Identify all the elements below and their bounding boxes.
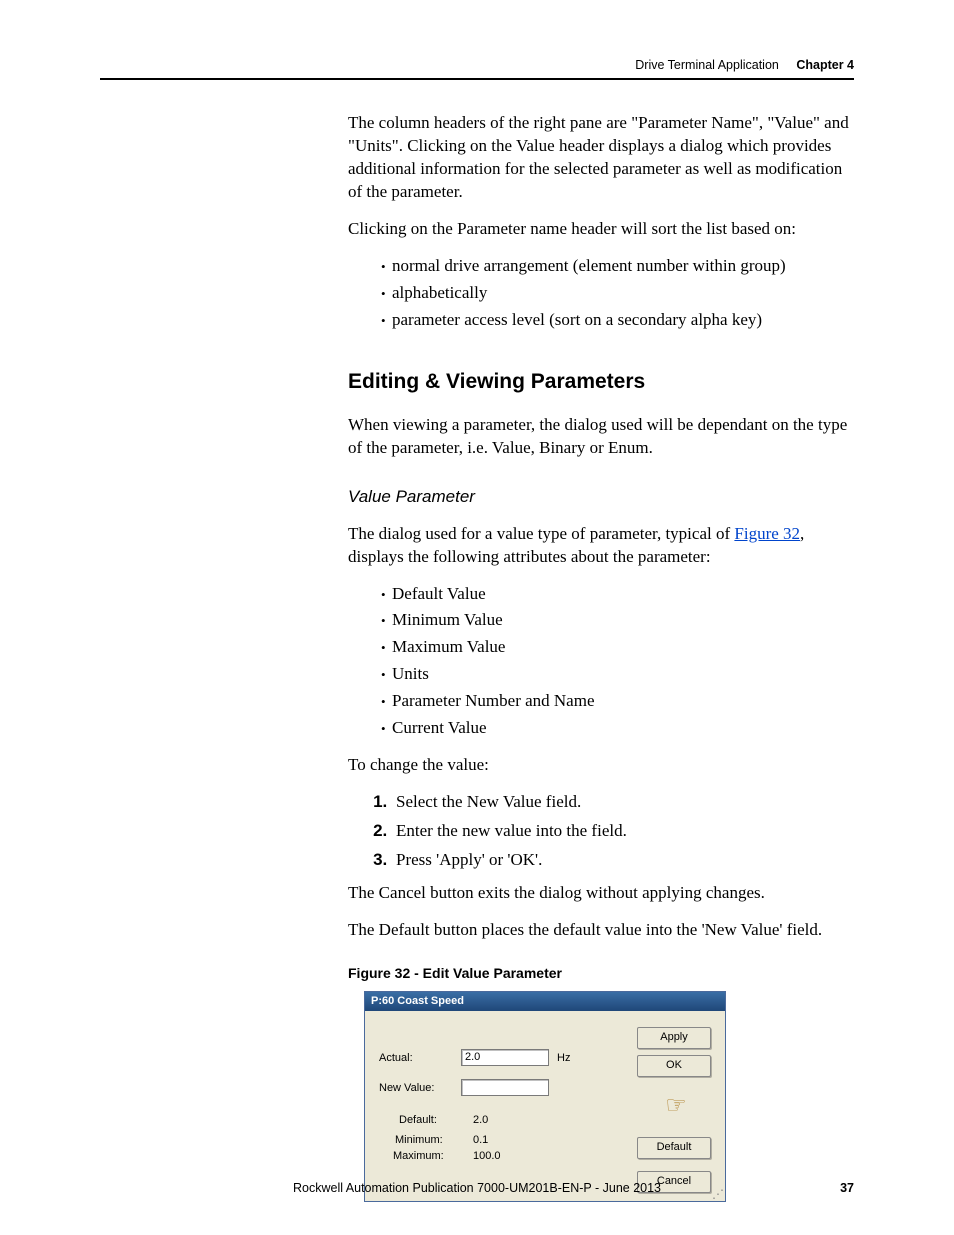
list-item: Default Value [392, 583, 858, 606]
list-item: parameter access level (sort on a second… [392, 309, 858, 332]
maximum-label: Maximum: [393, 1149, 444, 1164]
default-button[interactable]: Default [637, 1137, 711, 1159]
paragraph: The Cancel button exits the dialog witho… [348, 882, 858, 905]
page-header: Drive Terminal Application Chapter 4 [635, 58, 854, 72]
content: The column headers of the right pane are… [348, 112, 858, 1202]
hand-icon: ☞ [653, 1093, 699, 1119]
paragraph: The dialog used for a value type of para… [348, 523, 858, 569]
paragraph: The column headers of the right pane are… [348, 112, 858, 204]
page: Drive Terminal Application Chapter 4 The… [0, 0, 954, 1235]
default-value: 2.0 [473, 1113, 488, 1128]
figure-link[interactable]: Figure 32 [734, 524, 800, 543]
page-number: 37 [840, 1181, 854, 1195]
new-value-label: New Value: [379, 1081, 434, 1096]
actual-field[interactable]: 2.0 [461, 1049, 549, 1066]
list-item: Enter the new value into the field. [392, 820, 858, 843]
list-item: Parameter Number and Name [392, 690, 858, 713]
actual-label: Actual: [379, 1051, 413, 1066]
minimum-value: 0.1 [473, 1133, 488, 1148]
header-chapter: Chapter 4 [796, 58, 854, 72]
paragraph: When viewing a parameter, the dialog use… [348, 414, 858, 460]
units-label: Hz [557, 1051, 570, 1066]
steps-list: Select the New Value field. Enter the ne… [348, 791, 858, 872]
list-item: Units [392, 663, 858, 686]
list-item: Minimum Value [392, 609, 858, 632]
text: The dialog used for a value type of para… [348, 524, 734, 543]
header-section: Drive Terminal Application [635, 58, 779, 72]
list-item: Current Value [392, 717, 858, 740]
dialog-body: Actual: 2.0 Hz New Value: Default: 2.0 M… [365, 1011, 725, 1201]
paragraph: Clicking on the Parameter name header wi… [348, 218, 858, 241]
paragraph: The Default button places the default va… [348, 919, 858, 942]
apply-button[interactable]: Apply [637, 1027, 711, 1049]
minimum-label: Minimum: [395, 1133, 443, 1148]
header-rule [100, 78, 854, 80]
section-heading: Editing & Viewing Parameters [348, 368, 858, 396]
paragraph: To change the value: [348, 754, 858, 777]
new-value-field[interactable] [461, 1079, 549, 1096]
footer-text: Rockwell Automation Publication 7000-UM2… [0, 1181, 954, 1195]
list-item: Press 'Apply' or 'OK'. [392, 849, 858, 872]
list-item: Select the New Value field. [392, 791, 858, 814]
edit-value-parameter-dialog: P:60 Coast Speed Actual: 2.0 Hz New Valu… [364, 991, 726, 1202]
ok-button[interactable]: OK [637, 1055, 711, 1077]
default-label: Default: [399, 1113, 437, 1128]
attribute-list: Default Value Minimum Value Maximum Valu… [348, 583, 858, 741]
sort-list: normal drive arrangement (element number… [348, 255, 858, 332]
list-item: Maximum Value [392, 636, 858, 659]
figure-caption: Figure 32 - Edit Value Parameter [348, 964, 858, 983]
maximum-value: 100.0 [473, 1149, 501, 1164]
subheading-value-parameter: Value Parameter [348, 486, 858, 509]
dialog-titlebar: P:60 Coast Speed [365, 992, 725, 1011]
list-item: normal drive arrangement (element number… [392, 255, 858, 278]
list-item: alphabetically [392, 282, 858, 305]
